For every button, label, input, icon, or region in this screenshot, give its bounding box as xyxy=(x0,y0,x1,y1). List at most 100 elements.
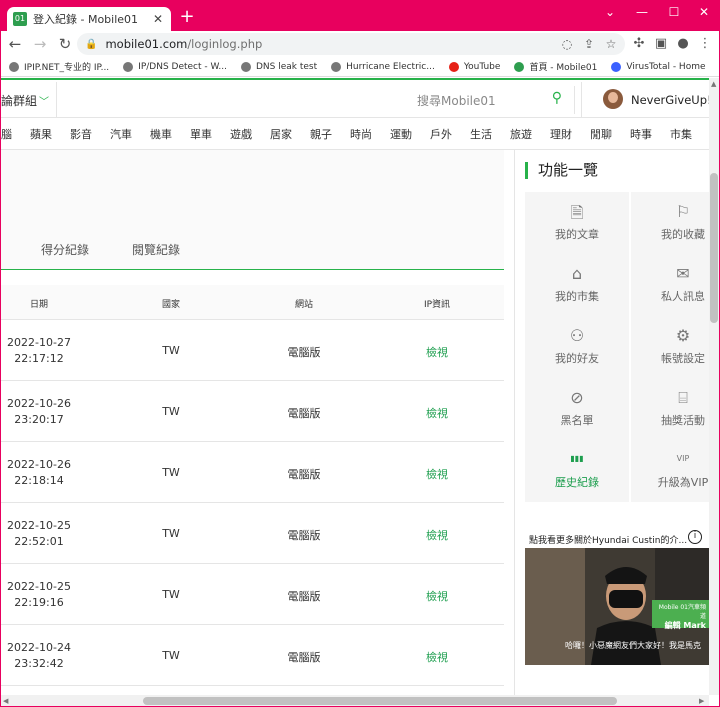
category-link[interactable]: 居家 xyxy=(270,126,292,142)
table-row: 2022-10-25 22:52:01 TW 電腦版 檢視 xyxy=(1,503,504,564)
category-link[interactable]: 運動 xyxy=(390,126,412,142)
bookmark-item[interactable]: 首頁 - Mobile01 xyxy=(514,60,597,73)
feature-item[interactable]: ⌂ 我的市集 xyxy=(525,254,629,316)
ip-view-link[interactable]: 檢視 xyxy=(397,527,477,543)
ip-view-link[interactable]: 檢視 xyxy=(397,466,477,482)
category-link[interactable]: 影音 xyxy=(70,126,92,142)
video-badge: Mobile 01汽車頻道 編輯 Mark xyxy=(652,600,709,630)
tab-view-log[interactable]: 閱覽紀錄 xyxy=(132,241,180,258)
scroll-left-icon[interactable]: ◀ xyxy=(3,697,8,705)
sidebar-icon[interactable]: ▣ xyxy=(651,33,671,55)
ip-view-link[interactable]: 檢視 xyxy=(397,344,477,360)
vertical-scrollbar[interactable]: ▲ xyxy=(709,78,719,695)
ip-view-link[interactable]: 檢視 xyxy=(397,588,477,604)
video-ad[interactable]: 點我看更多關於Hyundai Custin的介... i Mobile 01汽車… xyxy=(525,528,709,665)
chevron-down-icon[interactable]: ⌄ xyxy=(595,1,625,23)
maximize-button[interactable]: ☐ xyxy=(659,1,689,23)
username[interactable]: NeverGiveUp!! xyxy=(631,93,709,107)
back-button[interactable]: ← xyxy=(4,33,26,55)
date-value: 2022-10-24 xyxy=(7,641,71,654)
search-icon[interactable]: ⚲ xyxy=(552,90,562,106)
category-link[interactable]: 閒聊 xyxy=(590,126,612,142)
ip-view-link[interactable]: 檢視 xyxy=(397,405,477,421)
feature-label: 我的收藏 xyxy=(661,228,705,241)
mobile01-favicon-icon: 01 xyxy=(13,12,27,26)
feature-item[interactable]: ▮▮▮ 歷史紀錄 xyxy=(525,440,629,502)
close-window-button[interactable]: ✕ xyxy=(689,1,719,23)
category-link[interactable]: 時尚 xyxy=(350,126,372,142)
globe-icon xyxy=(331,61,342,72)
video-title: 點我看更多關於Hyundai Custin的介... xyxy=(525,528,709,548)
friends-icon: ⚇ xyxy=(569,326,585,345)
tab-score-log[interactable]: 得分紀錄 xyxy=(41,241,89,258)
bookmark-label: IPIP.NET_专业的 IP... xyxy=(24,63,110,73)
category-link[interactable]: 市集 xyxy=(670,126,692,142)
date-value: 2022-10-26 xyxy=(7,397,71,410)
feature-item[interactable]: VIP 升級為VIP xyxy=(631,440,709,502)
category-link[interactable]: 旅遊 xyxy=(510,126,532,142)
share-icon[interactable]: ⇪ xyxy=(579,33,599,55)
country-cell: TW xyxy=(162,527,180,540)
scroll-right-icon[interactable]: ▶ xyxy=(699,697,704,705)
bookmark-item[interactable]: DNS leak test xyxy=(240,61,317,72)
horizontal-scroll-thumb[interactable] xyxy=(143,697,617,705)
address-bar[interactable]: 🔒 mobile01.com/loginlog.php ◌ ⇪ ☆ xyxy=(77,33,625,55)
feature-item[interactable]: ⚇ 我的好友 xyxy=(525,316,629,378)
eye-off-icon[interactable]: ◌ xyxy=(557,33,577,55)
category-link[interactable]: 戶外 xyxy=(430,126,452,142)
search-input[interactable]: 搜尋Mobile01 ⚲ xyxy=(405,86,575,114)
date-value: 2022-10-27 xyxy=(7,336,71,349)
bookmark-item[interactable]: IPIP.NET_专业的 IP... xyxy=(9,60,109,73)
feature-label: 我的市集 xyxy=(555,290,599,303)
feature-item[interactable]: ⚙ 帳號設定 xyxy=(631,316,709,378)
category-link[interactable]: 單車 xyxy=(190,126,212,142)
category-link[interactable]: 汽車 xyxy=(110,126,132,142)
url-path: /loginlog.php xyxy=(187,37,263,51)
feature-item[interactable]: ⚐ 我的收藏 xyxy=(631,192,709,254)
vertical-scroll-thumb[interactable] xyxy=(710,173,718,323)
feature-item[interactable]: 🗎 我的文章 xyxy=(525,192,629,254)
new-tab-button[interactable]: + xyxy=(177,7,197,27)
bookmark-item[interactable]: IP/DNS Detect - W... xyxy=(123,61,227,72)
minimize-button[interactable]: — xyxy=(627,1,657,23)
site-cell: 電腦版 xyxy=(287,407,321,420)
category-link[interactable]: 遊戲 xyxy=(230,126,252,142)
feature-label: 歷史紀錄 xyxy=(555,476,599,489)
feature-label: 升級為VIP xyxy=(657,476,709,489)
table-row: 2022-10-24 23:32:42 TW 電腦版 檢視 xyxy=(1,625,504,686)
site-cell: 電腦版 xyxy=(287,468,321,481)
bookmark-item[interactable]: VirusTotal - Home xyxy=(611,61,706,72)
horizontal-scrollbar[interactable]: ◀ ▶ xyxy=(1,695,709,706)
globe-icon xyxy=(9,61,19,72)
bookmark-item[interactable]: YouTube xyxy=(448,61,500,72)
scroll-up-icon[interactable]: ▲ xyxy=(711,80,716,88)
extensions-icon[interactable]: ✣ xyxy=(629,33,649,55)
reload-button[interactable]: ↻ xyxy=(54,33,76,55)
time-value: 22:17:12 xyxy=(14,352,64,365)
category-link[interactable]: 親子 xyxy=(310,126,332,142)
category-link[interactable]: 機車 xyxy=(150,126,172,142)
menu-icon[interactable]: ⋮ xyxy=(695,33,715,55)
gear-icon: ⚙ xyxy=(675,326,691,345)
category-link[interactable]: 理財 xyxy=(550,126,572,142)
info-icon[interactable]: i xyxy=(688,530,702,544)
star-icon[interactable]: ☆ xyxy=(601,33,621,55)
bookmark-item[interactable]: Hurricane Electric... xyxy=(331,61,435,72)
ip-view-link[interactable]: 檢視 xyxy=(397,649,477,665)
log-header-area: 得分紀錄 閱覽紀錄 xyxy=(1,150,504,270)
feature-item[interactable]: ⊘ 黑名單 xyxy=(525,378,629,440)
category-link[interactable]: 時事 xyxy=(630,126,652,142)
feature-item[interactable]: ⌸ 抽獎活動 xyxy=(631,378,709,440)
profile-icon[interactable]: ● xyxy=(673,33,693,55)
browser-tab[interactable]: 01 登入紀錄 - Mobile01 ✕ xyxy=(7,7,171,31)
group-menu[interactable]: 論群組 ﹀ xyxy=(1,92,49,109)
category-link[interactable]: 腦 xyxy=(1,126,12,142)
mobile01-icon xyxy=(514,61,525,72)
forward-button[interactable]: → xyxy=(29,33,51,55)
avatar[interactable] xyxy=(603,89,623,109)
category-link[interactable]: 蘋果 xyxy=(30,126,52,142)
page-viewport: 論群組 ﹀ 搜尋Mobile01 ⚲ NeverGiveUp!! 腦 蘋果 影音 汽車 機… xyxy=(1,78,709,695)
close-tab-icon[interactable]: ✕ xyxy=(151,12,165,26)
feature-item[interactable]: ✉ 私人訊息 xyxy=(631,254,709,316)
category-link[interactable]: 生活 xyxy=(470,126,492,142)
